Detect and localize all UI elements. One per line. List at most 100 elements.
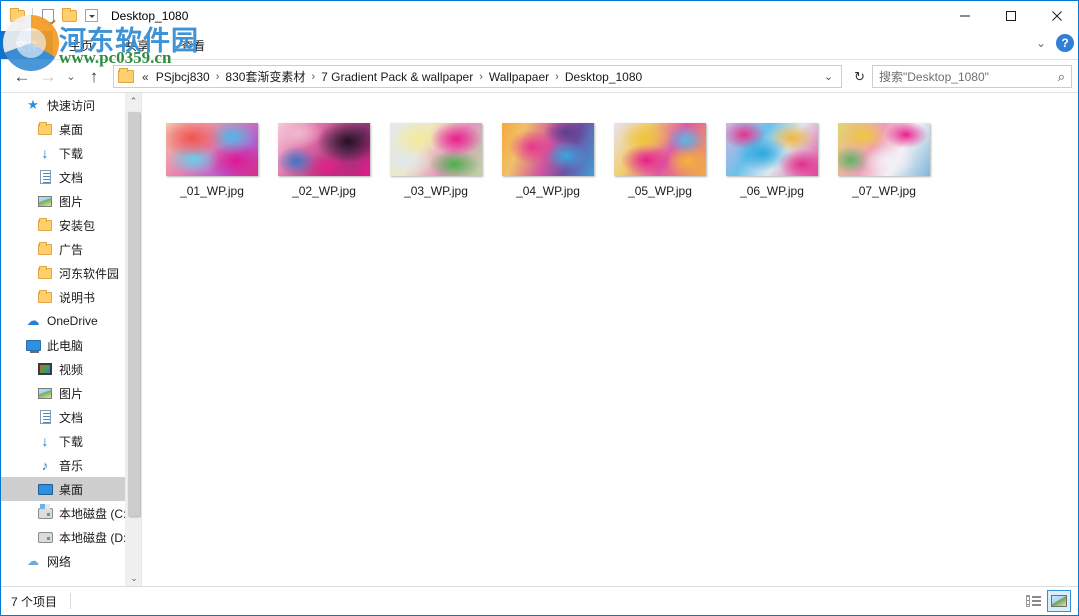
file-tile[interactable]: _06_WP.jpg	[716, 121, 828, 211]
sidebar-item-label: 视频	[59, 362, 84, 377]
sidebar-item-label: 下载	[59, 434, 84, 449]
qat-customize-dropdown-icon[interactable]	[81, 5, 102, 26]
breadcrumb-item-4[interactable]: Desktop_1080	[562, 70, 645, 84]
search-input[interactable]: 搜索"Desktop_1080" ⌕	[872, 65, 1072, 88]
sidebar-item-label: 文档	[59, 410, 84, 425]
sidebar-item-9[interactable]: ☁ OneDrive	[1, 309, 141, 333]
download-icon: ↓	[41, 145, 49, 161]
sidebar-item-label: 安装包	[59, 218, 96, 233]
back-button[interactable]: ←	[9, 64, 35, 90]
qat-folder-icon[interactable]	[59, 5, 80, 26]
folder-icon	[37, 217, 53, 233]
breadcrumb-separator[interactable]: ›	[308, 71, 318, 83]
breadcrumb-item-0[interactable]: PSjbcj830	[153, 70, 213, 84]
breadcrumb-item-1[interactable]: 830套渐变素材	[222, 68, 308, 85]
sidebar-item-label: 图片	[59, 386, 84, 401]
qat-divider	[32, 8, 33, 23]
sidebar-item-15[interactable]: ♪ 音乐	[1, 453, 141, 477]
minimize-button[interactable]	[942, 1, 988, 30]
chevron-down-icon[interactable]: ⌄	[1036, 36, 1046, 50]
maximize-button[interactable]	[988, 1, 1034, 30]
tab-view[interactable]: 查看	[165, 31, 221, 59]
sidebar-item-6[interactable]: 广告	[1, 237, 141, 261]
sidebar-item-17[interactable]: 本地磁盘 (C:)	[1, 501, 141, 525]
sidebar-item-0[interactable]: ★ 快速访问	[1, 93, 141, 117]
file-thumbnail-wrap	[501, 121, 595, 177]
scrollbar-thumb[interactable]	[128, 112, 140, 516]
file-name-label: _02_WP.jpg	[292, 184, 356, 198]
properties-icon[interactable]	[37, 5, 58, 26]
breadcrumb-overflow[interactable]: «	[138, 70, 153, 84]
pinned-star-icon: ★	[27, 97, 39, 112]
file-thumbnail-image	[166, 122, 258, 176]
file-tile[interactable]: _05_WP.jpg	[604, 121, 716, 211]
details-view-button[interactable]	[1021, 590, 1045, 612]
help-icon[interactable]: ?	[1056, 34, 1074, 52]
navigation-scrollbar[interactable]: ⌃ ⌄	[125, 93, 141, 587]
sidebar-item-label: 下载	[59, 146, 84, 161]
sidebar-item-5[interactable]: 安装包	[1, 213, 141, 237]
sidebar-item-label: 快速访问	[47, 98, 96, 113]
sidebar-item-label: 文档	[59, 170, 84, 185]
sidebar-item-14[interactable]: ↓ 下载	[1, 429, 141, 453]
sidebar-item-4[interactable]: 图片📌	[1, 189, 141, 213]
file-tile[interactable]: _01_WP.jpg	[156, 121, 268, 211]
file-thumbnail-image	[726, 122, 818, 176]
file-tile[interactable]: _02_WP.jpg	[268, 121, 380, 211]
search-icon[interactable]: ⌕	[1058, 69, 1065, 85]
breadcrumb-separator[interactable]: ›	[552, 71, 562, 83]
address-dropdown-icon[interactable]: ⌄	[816, 70, 841, 83]
sidebar-item-label: 图片	[59, 194, 84, 209]
breadcrumb-item-2[interactable]: 7 Gradient Pack & wallpaper	[318, 70, 476, 84]
tab-file[interactable]: 文件	[1, 31, 53, 59]
sidebar-item-13[interactable]: 文档	[1, 405, 141, 429]
file-list[interactable]: _01_WP.jpg _02_WP.jpg _03_WP.jpg _04_WP.jpg…	[142, 93, 1078, 587]
sidebar-item-7[interactable]: 河东软件园	[1, 261, 141, 285]
file-tile[interactable]: _03_WP.jpg	[380, 121, 492, 211]
recent-locations-button[interactable]: ⌄	[61, 64, 81, 90]
pictures-icon	[37, 385, 53, 401]
breadcrumb-separator[interactable]: ›	[213, 71, 223, 83]
sidebar-item-12[interactable]: 图片	[1, 381, 141, 405]
main-body: ★快速访问桌面📌↓下载📌文档📌图片📌安装包广告河东软件园说明书☁OneDrive…	[1, 92, 1078, 587]
refresh-button[interactable]: ↻	[847, 69, 872, 85]
sidebar-item-18[interactable]: 本地磁盘 (D:)	[1, 525, 141, 549]
file-thumbnail-wrap	[165, 121, 259, 177]
sidebar-item-10[interactable]: 此电脑	[1, 333, 141, 357]
status-divider	[70, 593, 72, 609]
file-thumbnail-wrap	[277, 121, 371, 177]
thumbnail-view-button[interactable]	[1047, 590, 1071, 612]
file-tile[interactable]: _07_WP.jpg	[828, 121, 940, 211]
sidebar-item-8[interactable]: 说明书	[1, 285, 141, 309]
up-button[interactable]: ↑	[81, 64, 107, 90]
tab-home[interactable]: 主页	[53, 31, 109, 59]
address-bar: ← → ⌄ ↑ « PSjbcj830 › 830套渐变素材 › 7 Gradi…	[1, 61, 1078, 92]
this-pc-icon	[25, 337, 41, 353]
breadcrumb-item-3[interactable]: Wallpapaer	[486, 70, 552, 84]
new-folder-icon[interactable]	[7, 5, 28, 26]
scroll-up-icon[interactable]: ⌃	[126, 93, 141, 110]
sidebar-item-label: OneDrive	[47, 314, 98, 328]
scroll-down-icon[interactable]: ⌄	[126, 570, 141, 587]
breadcrumb-separator[interactable]: ›	[476, 71, 486, 83]
search-placeholder: 搜索"Desktop_1080"	[879, 70, 989, 84]
sidebar-item-2[interactable]: ↓下载📌	[1, 141, 141, 165]
sidebar-item-label: 广告	[59, 242, 84, 257]
breadcrumb[interactable]: « PSjbcj830 › 830套渐变素材 › 7 Gradient Pack…	[113, 65, 843, 88]
file-name-label: _07_WP.jpg	[852, 184, 916, 198]
file-thumbnail-image	[614, 122, 706, 176]
ribbon-tab-bar: 文件 主页 共享 查看 ⌄ ?	[1, 30, 1078, 60]
sidebar-item-3[interactable]: 文档📌	[1, 165, 141, 189]
file-tile[interactable]: _04_WP.jpg	[492, 121, 604, 211]
folder-icon	[37, 289, 53, 305]
sidebar-item-label: 河东软件园	[59, 266, 120, 281]
sidebar-item-16[interactable]: 桌面	[1, 477, 141, 501]
file-thumbnail-image	[278, 122, 370, 176]
sidebar-item-19[interactable]: ☁ 网络	[1, 549, 141, 573]
forward-button[interactable]: →	[35, 64, 61, 90]
sidebar-item-1[interactable]: 桌面📌	[1, 117, 141, 141]
close-button[interactable]	[1034, 1, 1078, 30]
file-thumbnail-wrap	[613, 121, 707, 177]
sidebar-item-11[interactable]: 视频	[1, 357, 141, 381]
tab-share[interactable]: 共享	[109, 31, 165, 59]
